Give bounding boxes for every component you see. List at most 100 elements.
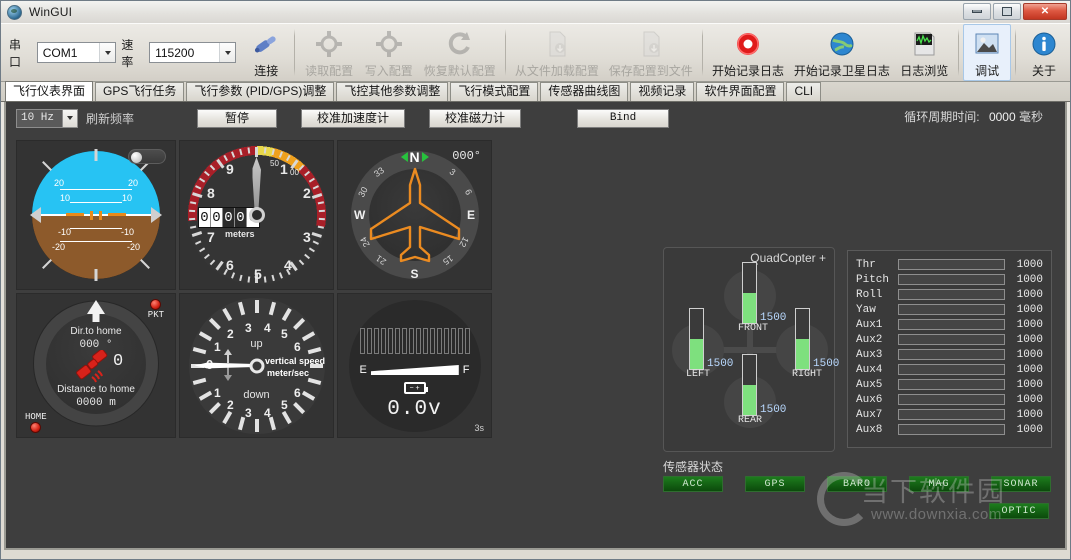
- home-led: [30, 422, 42, 433]
- pitch-label: -20: [52, 242, 66, 252]
- about-button[interactable]: 关于: [1020, 24, 1068, 81]
- battery-segment: [415, 328, 421, 354]
- battery-segment: [366, 328, 372, 354]
- tab-flight-modes[interactable]: 飞行模式配置: [450, 82, 539, 101]
- refresh-rate-label: 刷新频率: [86, 111, 135, 126]
- battery-voltage: 0.0v: [387, 398, 442, 421]
- tab-sensor-graphs[interactable]: 传感器曲线图: [540, 82, 629, 101]
- alt-number: 2: [303, 185, 311, 201]
- debug-label: 调试: [975, 64, 1000, 78]
- altimeter-unit: meters: [225, 229, 255, 239]
- rc-channel-name: Roll: [856, 288, 883, 301]
- chevron-down-icon[interactable]: [62, 109, 77, 127]
- rc-channel-bar: [898, 424, 1005, 435]
- debug-button[interactable]: 调试: [963, 24, 1012, 81]
- vsi-hub: [249, 358, 264, 373]
- write-config-button[interactable]: 写入配置: [359, 24, 419, 81]
- calibrate-accelerometer-button[interactable]: 校准加速度计: [301, 108, 406, 128]
- aircraft-silhouette-icon: [369, 167, 460, 263]
- rc-channel-bar: [898, 349, 1005, 360]
- gear-icon: [314, 29, 344, 59]
- tab-video-record[interactable]: 视频记录: [630, 82, 695, 101]
- pitch-label: -10: [58, 226, 72, 237]
- heading-indicator: 000° N E S W 3 6 12 15 21 24 30 33: [337, 140, 492, 290]
- start-gps-log-button[interactable]: 开始记录卫星日志: [789, 24, 894, 81]
- sensor-gps: GPS: [745, 476, 805, 492]
- battery-segment: [359, 328, 365, 354]
- tab-flight-instruments[interactable]: 飞行仪表界面: [5, 81, 94, 101]
- home-indicator: HOME: [25, 412, 47, 433]
- load-from-file-button[interactable]: 从文件加载配置: [510, 24, 604, 81]
- toolbar-divider: [701, 29, 703, 76]
- sensor-status-title: 传感器状态: [663, 460, 724, 474]
- baud-rate-select[interactable]: 115200: [149, 42, 237, 63]
- alt-number: 3: [303, 229, 311, 245]
- rc-channel-row: Pitch 1000: [856, 272, 1043, 287]
- gps-home-indicator: Dir.to home 000 ° 0 Distance to home 000…: [16, 293, 176, 438]
- tab-other-params[interactable]: 飞控其他参数调整: [336, 82, 449, 101]
- odometer-digit: 0: [211, 208, 223, 227]
- log-browse-button[interactable]: 日志浏览: [894, 24, 954, 81]
- pitch-label: 20: [127, 178, 138, 188]
- battery-segment: [450, 328, 456, 354]
- rc-channel-row: Aux2 1000: [856, 332, 1043, 347]
- serial-port-select[interactable]: COM1: [36, 42, 117, 63]
- close-icon: ✕: [1040, 6, 1050, 17]
- chevron-down-icon[interactable]: [219, 43, 236, 62]
- attitude-indicator: 20 20 10 10 -10 -10 -20 -20: [16, 140, 176, 290]
- tab-gps-mission[interactable]: GPS飞行任务: [95, 82, 185, 101]
- pause-button[interactable]: 暂停: [197, 108, 278, 128]
- minimize-button[interactable]: [963, 3, 991, 20]
- motor-front-bar: [742, 262, 757, 324]
- battery-bar-segments: [359, 328, 470, 354]
- calibrate-magnetometer-button[interactable]: 校准磁力计: [429, 108, 522, 128]
- close-button[interactable]: ✕: [1023, 3, 1067, 20]
- tab-pid-gps-tuning[interactable]: 飞行参数 (PID/GPS)调整: [186, 82, 335, 101]
- pkt-label: PKT: [147, 310, 164, 320]
- status-indicator-toggle[interactable]: [128, 149, 166, 164]
- rc-channel-value: 1000: [1016, 348, 1043, 361]
- battery-segment: [457, 328, 463, 354]
- battery-segment: [394, 328, 400, 354]
- restore-defaults-button[interactable]: 恢复默认配置: [419, 24, 501, 81]
- start-log-button[interactable]: 开始记录日志: [707, 24, 789, 81]
- bind-button[interactable]: Bind: [577, 108, 670, 128]
- rc-channel-bar: [898, 394, 1005, 405]
- direction-arrow-stem: [92, 313, 100, 322]
- motor-rear-bar: [742, 354, 757, 416]
- log-browse-label: 日志浏览: [900, 64, 949, 78]
- battery-indicator: E F − + 0.0v 3s: [337, 293, 492, 438]
- tab-ui-config[interactable]: 软件界面配置: [696, 82, 785, 101]
- rc-channel-row: Thr 1000: [856, 257, 1043, 272]
- sensor-acc: ACC: [663, 476, 723, 492]
- altimeter: 1 00 2 3 4 5 6 7 8 9 50 00000 meters: [179, 140, 334, 290]
- read-config-button[interactable]: 读取配置: [299, 24, 359, 81]
- rc-channel-name: Aux6: [856, 393, 883, 406]
- gear-icon: [374, 29, 404, 59]
- connect-label: 连接: [254, 64, 279, 78]
- motor-rear-value: 1500: [760, 404, 787, 416]
- start-log-label: 开始记录日志: [711, 64, 784, 78]
- toolbar-divider: [294, 29, 296, 76]
- motor-right-label: RIGHT: [792, 369, 823, 380]
- rc-channel-name: Aux7: [856, 408, 883, 421]
- battery-segment: [373, 328, 379, 354]
- write-config-label: 写入配置: [364, 64, 413, 78]
- motor-right-bar: [795, 308, 810, 370]
- maximize-button[interactable]: [993, 3, 1021, 20]
- flight-instruments-panel: 10 Hz 刷新频率 暂停 校准加速度计 校准磁力计 Bind 循环周期时间: …: [4, 102, 1067, 550]
- rc-channel-name: Aux1: [856, 318, 883, 331]
- document-down-icon: [542, 29, 572, 59]
- baud-rate-value: 115200: [155, 45, 195, 60]
- battery-full-label: F: [462, 364, 470, 376]
- battery-segment: [422, 328, 428, 354]
- connect-button[interactable]: 连接: [242, 24, 290, 81]
- save-to-file-button[interactable]: 保存配置到文件: [604, 24, 698, 81]
- rc-channel-bar: [898, 289, 1005, 300]
- battery-icon: − +: [403, 382, 428, 394]
- refresh-rate-select[interactable]: 10 Hz: [16, 108, 78, 128]
- odometer-digit: 0: [199, 208, 211, 227]
- cycle-time-unit: 毫秒: [1018, 110, 1043, 124]
- tab-cli[interactable]: CLI: [786, 82, 822, 101]
- chevron-down-icon[interactable]: [99, 43, 116, 62]
